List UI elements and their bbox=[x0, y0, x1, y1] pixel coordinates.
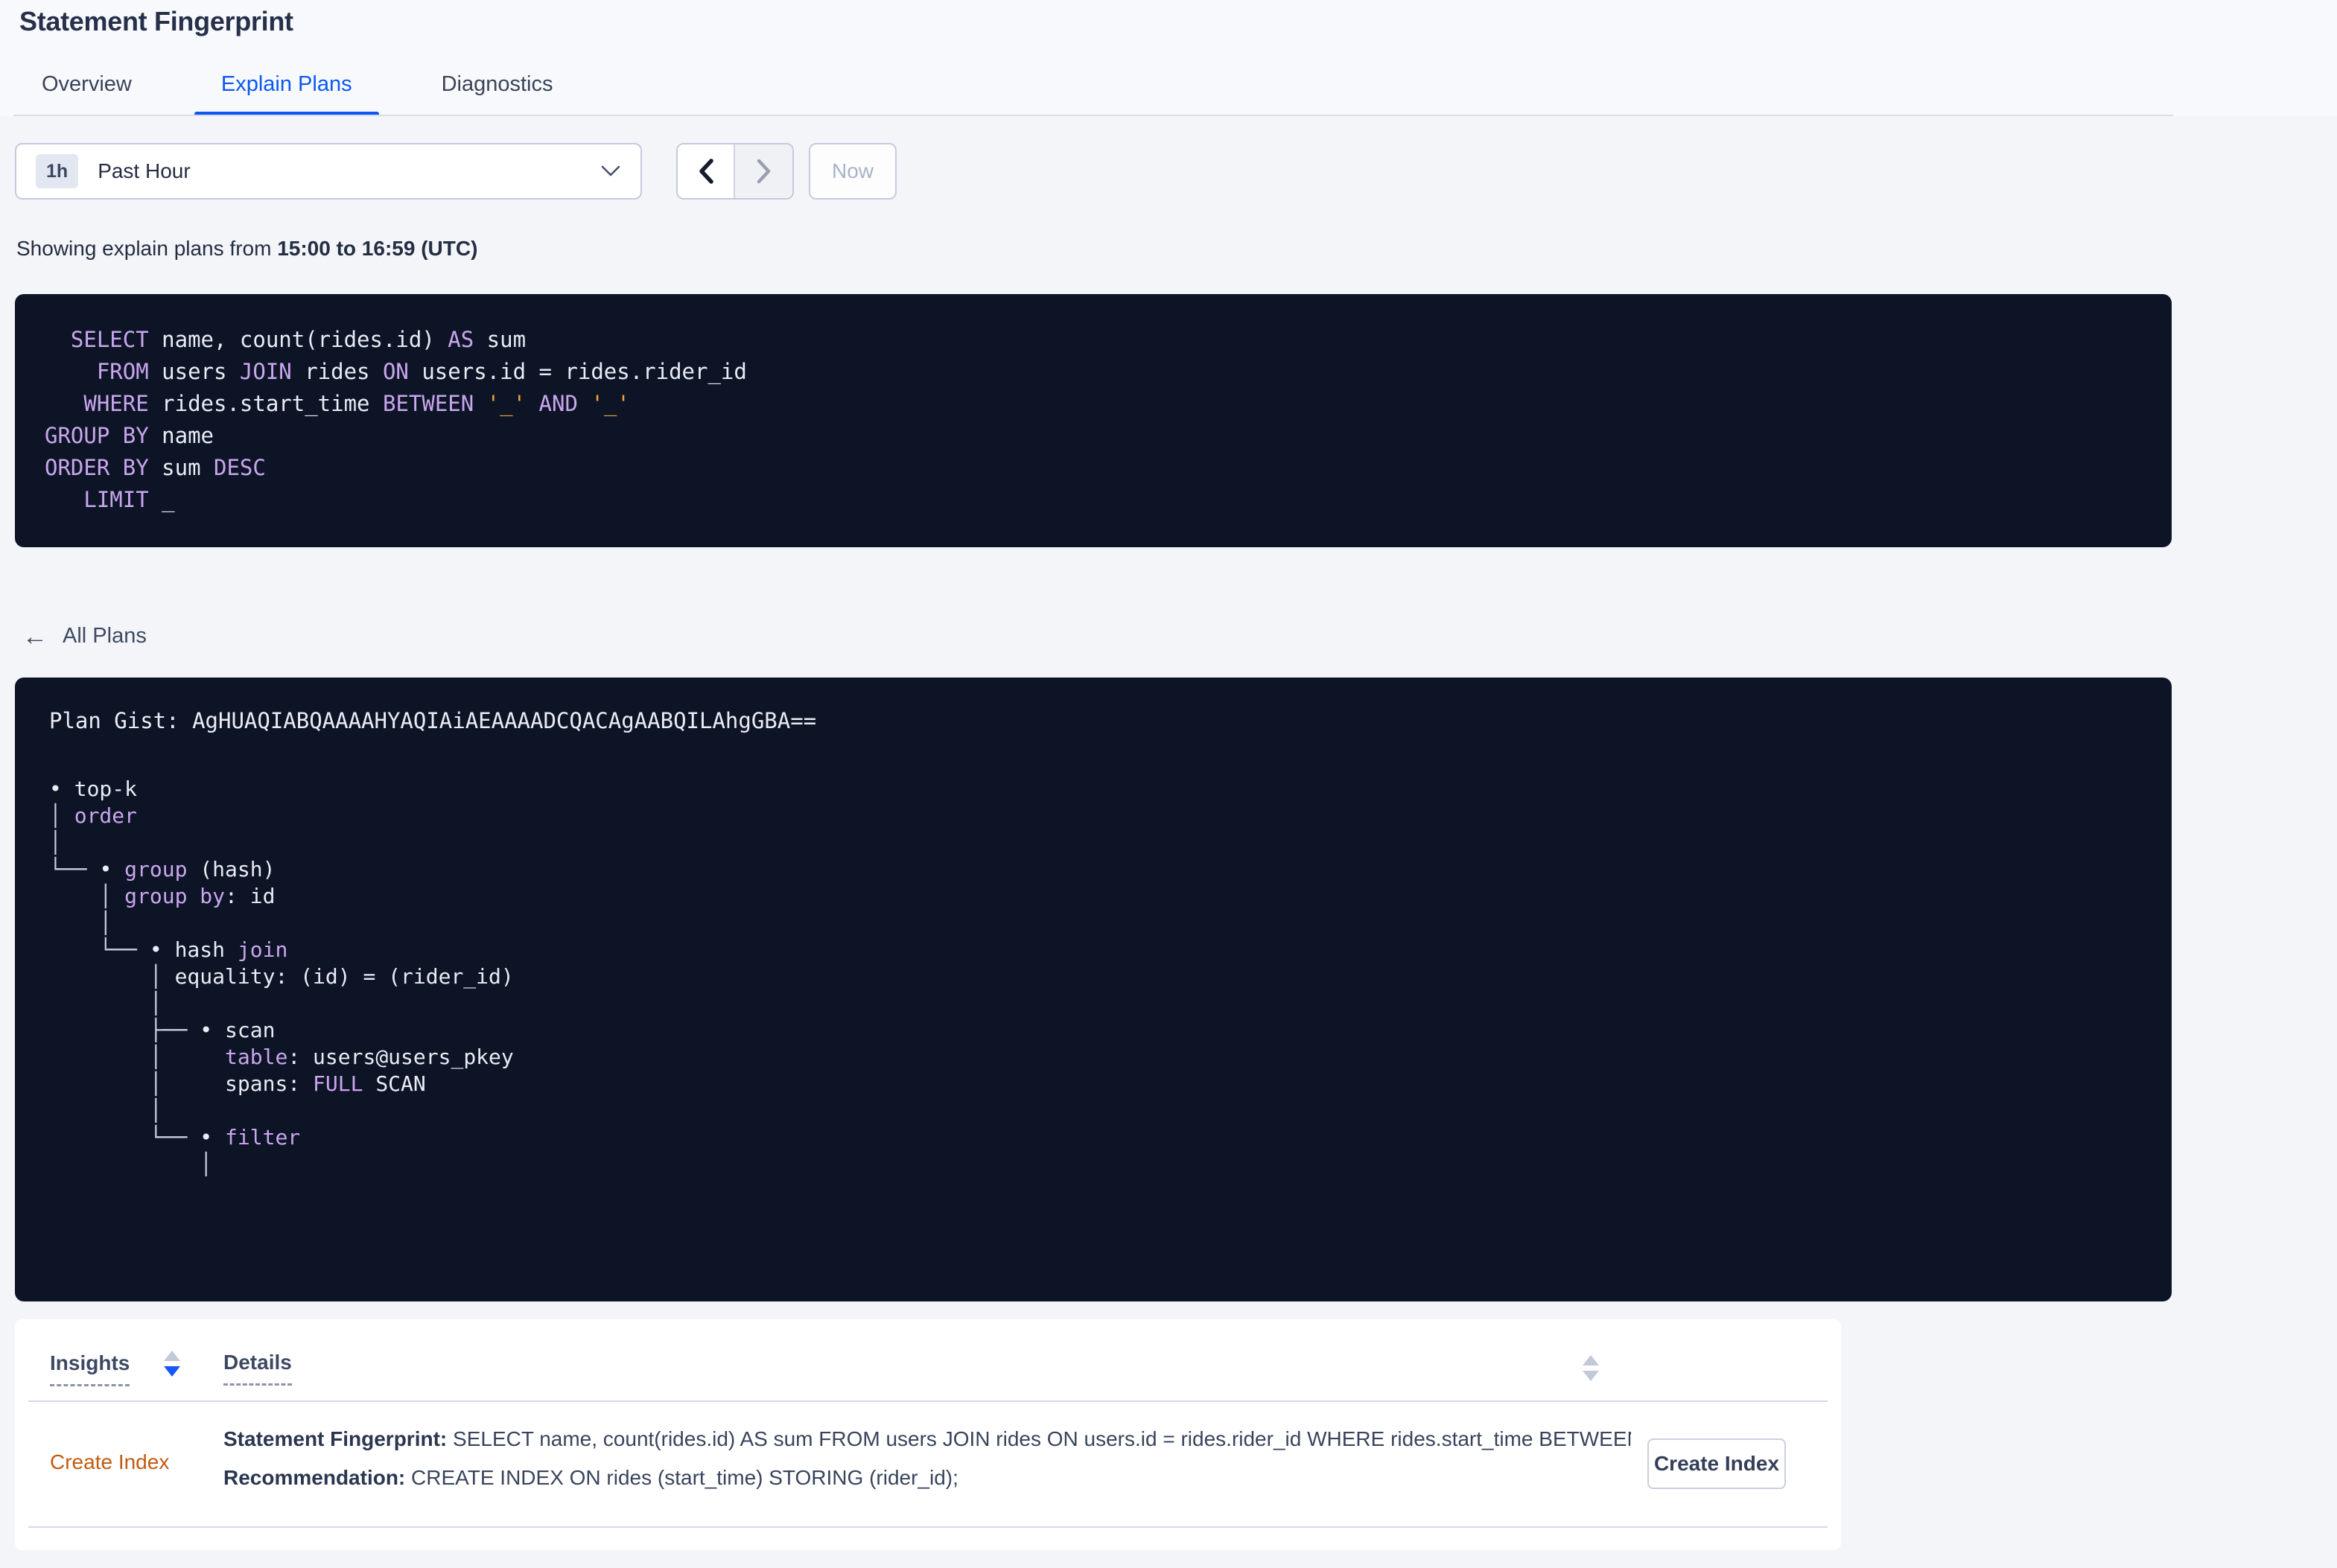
row-divider bbox=[28, 1526, 1828, 1528]
sort-up-triangle bbox=[164, 1351, 181, 1361]
time-range-badge: 1h bbox=[36, 154, 79, 188]
time-range-note-range: 15:00 to 16:59 (UTC) bbox=[277, 237, 478, 260]
column-header-details[interactable]: Details bbox=[223, 1351, 292, 1386]
plan-tree: • top-k │ order │ └── • group (hash) │ grou… bbox=[49, 777, 514, 1176]
time-range-note-prefix: Showing explain plans from bbox=[16, 237, 278, 260]
sort-up-triangle bbox=[1583, 1355, 1599, 1365]
next-interval-button[interactable] bbox=[735, 144, 792, 198]
insight-create-index-link[interactable]: Create Index bbox=[50, 1450, 169, 1474]
time-range-label: Past Hour bbox=[98, 159, 191, 182]
tab-diagnostics[interactable]: Diagnostics bbox=[415, 66, 580, 116]
sql-statement-box: SELECT name, count(rides.id) AS sum FROM… bbox=[15, 294, 2172, 547]
page-title: Statement Fingerprint bbox=[19, 6, 293, 36]
arrow-left-icon: ← bbox=[22, 622, 48, 651]
top-bar: Statement Fingerprint Overview Explain P… bbox=[0, 0, 2337, 116]
header-divider bbox=[28, 1400, 1828, 1402]
statement-fingerprint-label: Statement Fingerprint: bbox=[223, 1427, 448, 1450]
statement-fingerprint-text: SELECT name, count(rides.id) AS sum FROM… bbox=[447, 1427, 1631, 1450]
create-index-button[interactable]: Create Index bbox=[1647, 1438, 1786, 1489]
all-plans-back-link[interactable]: ← All Plans bbox=[22, 622, 147, 651]
insights-table-card: Insights Details Create Index Statement … bbox=[15, 1319, 1841, 1550]
tab-bar-divider bbox=[13, 115, 2173, 116]
tab-bar: Overview Explain Plans Diagnostics bbox=[15, 66, 579, 116]
now-button[interactable]: Now bbox=[809, 143, 897, 200]
plan-gist-label: Plan Gist: bbox=[49, 708, 193, 733]
time-step-buttons bbox=[676, 143, 794, 200]
all-plans-label: All Plans bbox=[63, 624, 147, 648]
recommendation-text: CREATE INDEX ON rides (start_time) STORI… bbox=[405, 1466, 958, 1489]
column-header-insights[interactable]: Insights bbox=[50, 1351, 181, 1387]
sql-statement-code: SELECT name, count(rides.id) AS sum FROM… bbox=[45, 327, 747, 512]
plan-gist-line: Plan Gist: AgHUAQIABQAAAAHYAQIAiAEAAAADC… bbox=[49, 707, 2142, 734]
time-controls: 1h Past Hour Now bbox=[15, 143, 897, 200]
plan-gist-box: Plan Gist: AgHUAQIABQAAAAHYAQIAiAEAAAADC… bbox=[15, 678, 2172, 1301]
time-range-note: Showing explain plans from 15:00 to 16:5… bbox=[16, 237, 477, 261]
time-range-dropdown[interactable]: 1h Past Hour bbox=[15, 143, 642, 200]
statement-fingerprint-line: Statement Fingerprint: SELECT name, coun… bbox=[223, 1427, 1631, 1452]
sort-icon-details[interactable] bbox=[1583, 1355, 1599, 1381]
sort-down-triangle bbox=[164, 1366, 181, 1377]
details-header-label[interactable]: Details bbox=[223, 1351, 292, 1386]
tab-overview[interactable]: Overview bbox=[15, 66, 159, 116]
insights-header-label[interactable]: Insights bbox=[50, 1351, 130, 1386]
sort-down-triangle bbox=[1583, 1371, 1599, 1381]
plan-gist-value: AgHUAQIABQAAAAHYAQIAiAEAAAADCQACAgAABQIL… bbox=[192, 708, 817, 733]
tab-explain-plans[interactable]: Explain Plans bbox=[194, 66, 379, 116]
insight-details-cell: Statement Fingerprint: SELECT name, coun… bbox=[223, 1427, 1631, 1491]
chevron-down-icon bbox=[600, 165, 621, 178]
recommendation-label: Recommendation: bbox=[223, 1466, 406, 1489]
sort-icon-insights[interactable] bbox=[164, 1351, 181, 1377]
previous-interval-button[interactable] bbox=[678, 144, 735, 198]
recommendation-line: Recommendation: CREATE INDEX ON rides (s… bbox=[223, 1465, 1631, 1491]
